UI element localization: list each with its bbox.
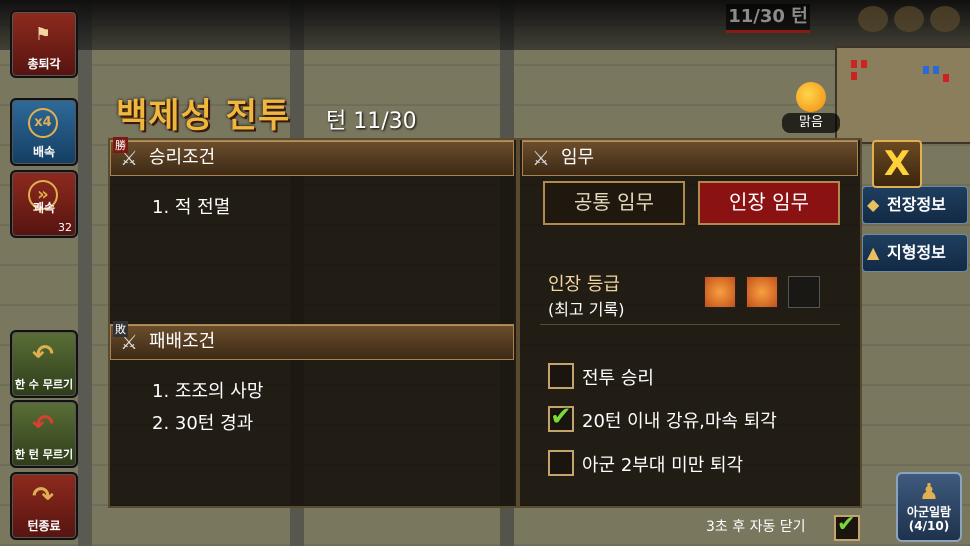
settings-icon[interactable] (858, 6, 888, 32)
battlefield-info-icon: ◆ (867, 195, 880, 214)
sun-icon (796, 82, 826, 112)
army-list-button[interactable]: ♟ 아군일람 (4/10) (896, 472, 962, 542)
terrain-info-button[interactable]: ▲ 지형정보 (862, 234, 968, 272)
retreat-all-button[interactable]: ⚑ 총퇴각 (10, 10, 78, 78)
tab-common-mission[interactable]: 공통 임무 (543, 181, 685, 225)
minimap[interactable] (835, 46, 970, 144)
crossed-swords-icon: ⚔ (532, 146, 550, 170)
auto-close-checkbox[interactable] (834, 512, 860, 541)
dialog-turn-label: 턴 11/30 (326, 109, 417, 134)
battlefield-info-button[interactable]: ◆ 전장정보 (862, 186, 968, 224)
victory-condition-1: 1. 적 전멸 (152, 197, 231, 218)
task-label-1: 전투 승리 (582, 368, 654, 389)
undo-turn-button[interactable]: ↶ 한 턴 무르기 (10, 400, 78, 468)
defeat-badge: 敗 (113, 321, 128, 337)
undo-turn-icon: ↶ (32, 410, 54, 440)
mission-header: ⚔ 임무 (522, 140, 858, 176)
tab-seal-mission[interactable]: 인장 임무 (698, 181, 840, 225)
fast-button[interactable]: » 쾌속 32 (10, 170, 78, 238)
defeat-header: ⚔ 敗 패배조건 (110, 321, 514, 360)
seal-grade-label: 인장 등급 (548, 274, 620, 295)
defeat-condition-2: 2. 30턴 경과 (152, 413, 254, 434)
seal-icon-2 (746, 276, 778, 308)
task-checkbox-2[interactable] (548, 402, 574, 432)
speed-button[interactable]: x4 배속 (10, 98, 78, 166)
task-label-3: 아군 2부대 미만 퇴각 (582, 455, 744, 476)
task-checkbox-3[interactable] (548, 450, 574, 476)
turn-counter: 11/30 턴 (726, 4, 810, 33)
defeat-condition-1: 1. 조조의 사망 (152, 381, 264, 402)
fast-count: 32 (58, 221, 72, 234)
soldier-icon: ♟ (919, 480, 939, 505)
auto-close-label: 3초 후 자동 닫기 (706, 519, 806, 535)
undo-icon: ↶ (32, 340, 54, 370)
weather-indicator: 맑음 (782, 82, 840, 133)
battle-title: 백제성 전투 (116, 96, 291, 136)
weather-label: 맑음 (782, 113, 840, 133)
close-button[interactable]: X (872, 140, 922, 188)
terrain-info-icon: ▲ (867, 243, 880, 262)
flag-icon: ⚑ (34, 24, 52, 45)
victory-badge: 勝 (113, 137, 128, 153)
divider (540, 324, 840, 325)
task-checkbox-1[interactable] (548, 363, 574, 389)
seal-icon-1 (704, 276, 736, 308)
seal-grade-sublabel: (최고 기록) (548, 300, 625, 319)
map-icon[interactable] (894, 6, 924, 32)
victory-header: ⚔ 勝 승리조건 (110, 137, 514, 176)
task-label-2: 20턴 이내 강유,마속 퇴각 (582, 411, 777, 432)
helmet-icon[interactable] (930, 6, 960, 32)
end-turn-icon: ↷ (32, 482, 54, 512)
seal-icon-3 (788, 276, 820, 308)
end-turn-button[interactable]: ↷ 턴종료 (10, 472, 78, 540)
speed-x4-icon: x4 (28, 108, 58, 138)
undo-move-button[interactable]: ↶ 한 수 무르기 (10, 330, 78, 398)
top-bar: 11/30 턴 (0, 0, 970, 50)
